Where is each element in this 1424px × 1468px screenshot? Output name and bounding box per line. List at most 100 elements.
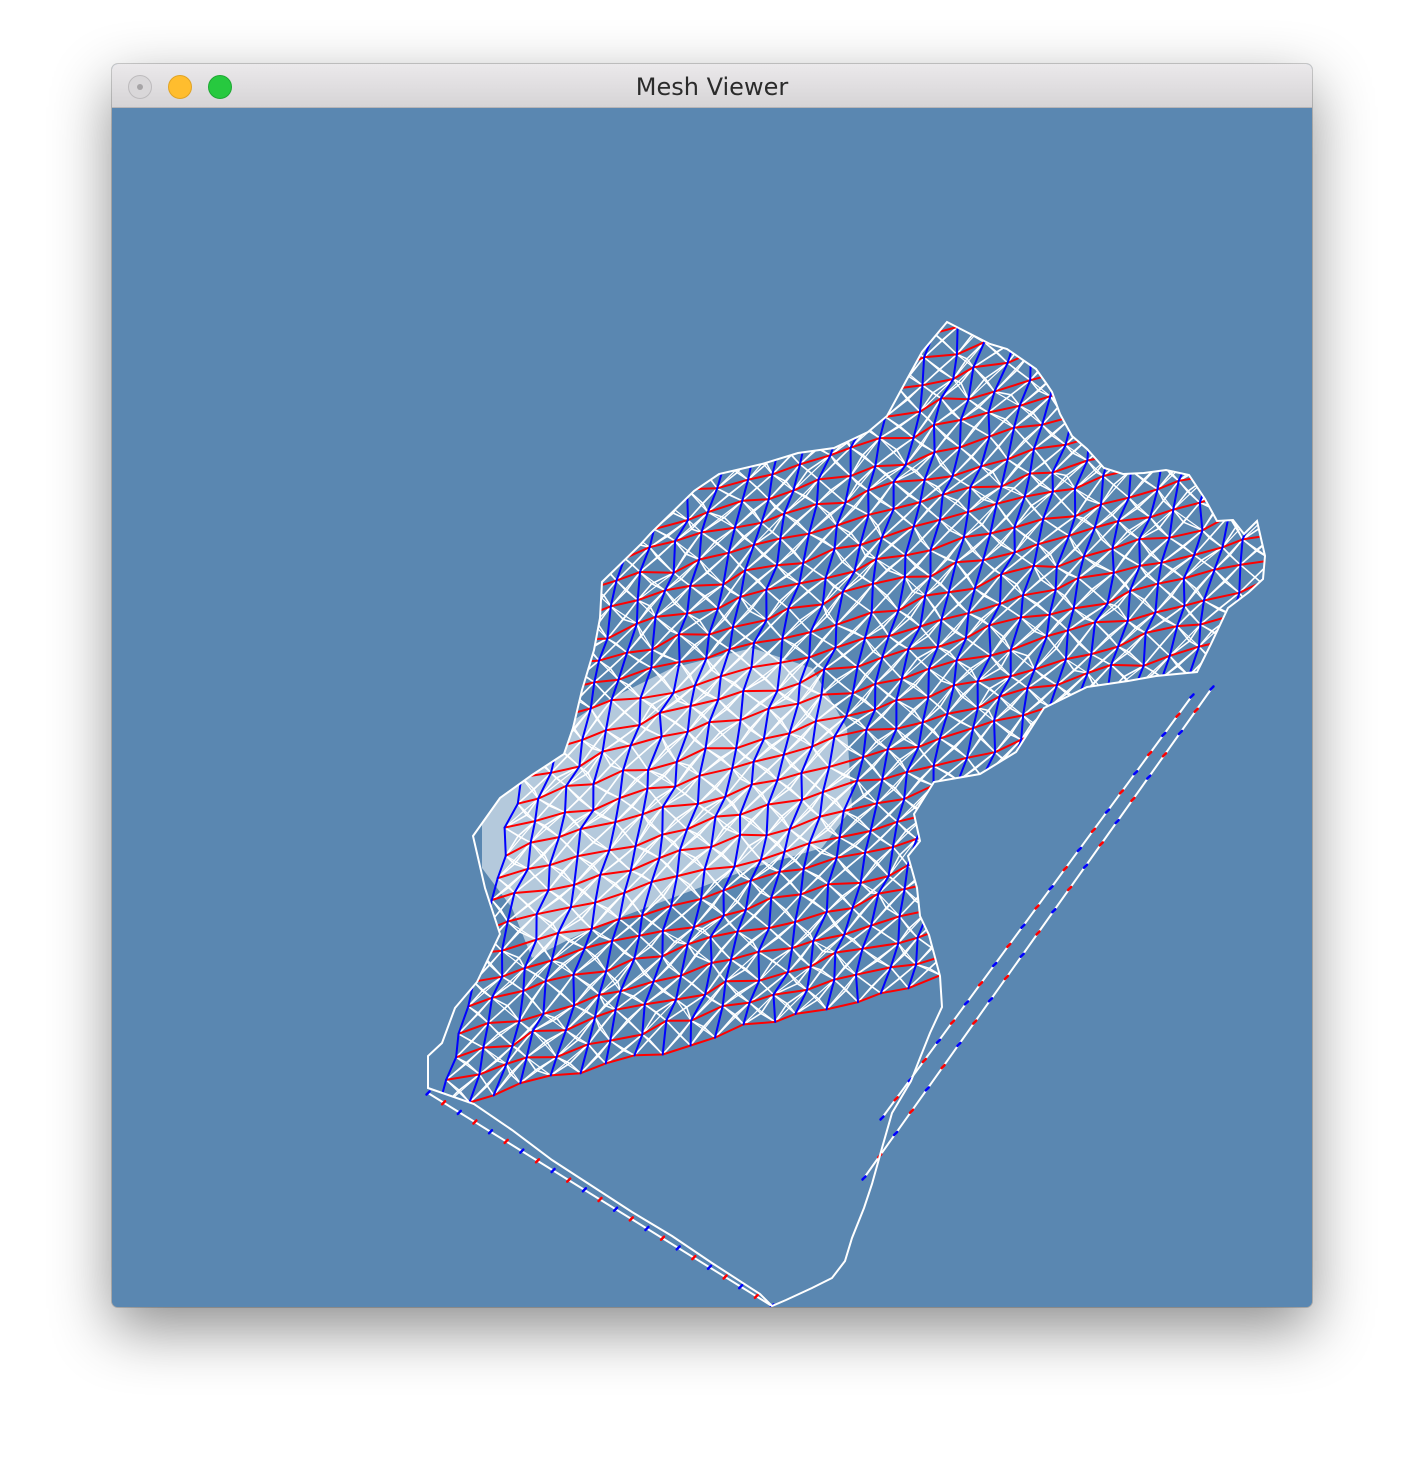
mesh-edge bbox=[954, 238, 971, 255]
mesh-edge bbox=[1234, 241, 1258, 258]
mesh-edge bbox=[1105, 133, 1139, 169]
mesh-edge bbox=[1018, 177, 1036, 195]
mesh-edge bbox=[603, 499, 625, 516]
mesh-edge bbox=[636, 489, 658, 507]
mesh-edge bbox=[774, 333, 795, 355]
mesh-edge bbox=[814, 416, 839, 433]
mesh-edge bbox=[758, 429, 773, 436]
mesh-edge bbox=[1139, 133, 1161, 160]
mesh-edge bbox=[1126, 441, 1139, 449]
mesh-edge bbox=[891, 167, 920, 203]
mesh-edge bbox=[1148, 177, 1171, 196]
mesh-edge bbox=[1010, 393, 1021, 407]
mesh-edge bbox=[994, 845, 1010, 853]
mesh-edge bbox=[647, 241, 667, 255]
mesh-edge bbox=[1061, 164, 1074, 175]
mesh-edge bbox=[661, 955, 682, 977]
mesh-edge bbox=[833, 372, 847, 377]
mesh-edge bbox=[788, 237, 799, 248]
mesh-edge bbox=[1050, 145, 1067, 159]
mesh-edge bbox=[814, 375, 847, 418]
mesh-edge bbox=[1117, 304, 1132, 317]
mesh-edge bbox=[1202, 131, 1207, 143]
mesh-edge bbox=[677, 384, 686, 398]
mesh-edge bbox=[723, 347, 742, 367]
mesh-edge bbox=[1023, 800, 1060, 840]
mesh-edge bbox=[573, 513, 605, 548]
mesh-edge bbox=[1183, 328, 1192, 343]
mesh-edge bbox=[1131, 286, 1137, 293]
mesh-edge bbox=[879, 219, 906, 248]
mesh-edge bbox=[1126, 360, 1144, 376]
mesh-edge bbox=[1046, 302, 1056, 312]
mesh-edge bbox=[1071, 169, 1105, 206]
mesh-edge bbox=[808, 533, 836, 550]
mesh-edge bbox=[666, 415, 683, 425]
mesh-edge bbox=[1106, 357, 1128, 376]
mesh-edge bbox=[540, 638, 580, 674]
mesh-edge bbox=[1138, 386, 1148, 400]
mesh-edge bbox=[1117, 520, 1140, 540]
mesh-edge bbox=[566, 647, 590, 664]
mesh-edge bbox=[679, 331, 688, 342]
mesh-edge bbox=[811, 197, 835, 214]
mesh-edge bbox=[832, 295, 849, 309]
mesh-edge bbox=[1210, 264, 1235, 281]
mesh-edge bbox=[1130, 322, 1142, 331]
mesh-edge bbox=[939, 737, 968, 759]
mesh-edge bbox=[1277, 138, 1285, 144]
mesh-edge bbox=[1129, 851, 1149, 869]
mesh-edge bbox=[1081, 213, 1090, 221]
mesh-edge bbox=[1287, 108, 1302, 109]
title-bar[interactable]: Mesh Viewer bbox=[112, 64, 1312, 108]
mesh-edge bbox=[990, 790, 1007, 810]
mesh-edge bbox=[850, 398, 864, 418]
mesh-edge bbox=[1021, 896, 1064, 936]
mesh-edge bbox=[971, 297, 978, 307]
mesh-edge bbox=[925, 796, 944, 816]
mesh-edge bbox=[841, 192, 852, 195]
mesh-edge bbox=[930, 236, 940, 245]
mesh-edge bbox=[990, 207, 1006, 220]
mesh-edge bbox=[1024, 758, 1044, 777]
mesh-edge bbox=[973, 790, 1007, 825]
mesh-edge bbox=[880, 273, 893, 286]
mesh-edge bbox=[1180, 110, 1186, 119]
mesh-edge bbox=[663, 287, 674, 297]
mesh-edge bbox=[1270, 109, 1287, 126]
mesh-edge bbox=[926, 202, 933, 212]
mesh-edge bbox=[1133, 671, 1156, 690]
mesh-canvas[interactable] bbox=[112, 108, 1312, 1307]
mesh-edge bbox=[1131, 177, 1148, 195]
mesh-edge bbox=[1164, 408, 1205, 444]
mesh-edge bbox=[1123, 328, 1142, 342]
mesh-edge bbox=[710, 962, 727, 982]
mesh-edge bbox=[869, 275, 895, 300]
mesh-edge bbox=[1182, 192, 1200, 205]
mesh-edge bbox=[1225, 349, 1238, 372]
mesh-edge bbox=[1042, 729, 1067, 754]
mesh-edge bbox=[1102, 267, 1118, 276]
mesh-edge bbox=[612, 531, 631, 548]
mesh-edge bbox=[1085, 693, 1109, 711]
mesh-edge bbox=[827, 362, 836, 375]
mesh-edge bbox=[858, 190, 879, 206]
mesh-edge bbox=[1074, 926, 1096, 945]
mesh-edge bbox=[1156, 488, 1174, 511]
mesh-edge bbox=[1214, 292, 1222, 301]
mesh-edge bbox=[1063, 931, 1077, 945]
mesh-edge bbox=[860, 248, 879, 268]
mesh-edge bbox=[759, 394, 795, 431]
mesh-edge bbox=[608, 375, 625, 393]
mesh-edge bbox=[1100, 133, 1110, 146]
mesh-edge bbox=[1135, 397, 1148, 414]
mesh-edge bbox=[1001, 154, 1016, 174]
mesh-edge bbox=[1123, 340, 1135, 351]
mesh-edge bbox=[532, 1030, 558, 1058]
mesh-edge bbox=[1186, 407, 1205, 429]
mesh-edge bbox=[1203, 376, 1240, 410]
mesh-edge bbox=[696, 461, 711, 479]
mesh-edge bbox=[1074, 488, 1102, 505]
mesh-edge bbox=[631, 475, 645, 479]
mesh-edge bbox=[1028, 221, 1038, 232]
